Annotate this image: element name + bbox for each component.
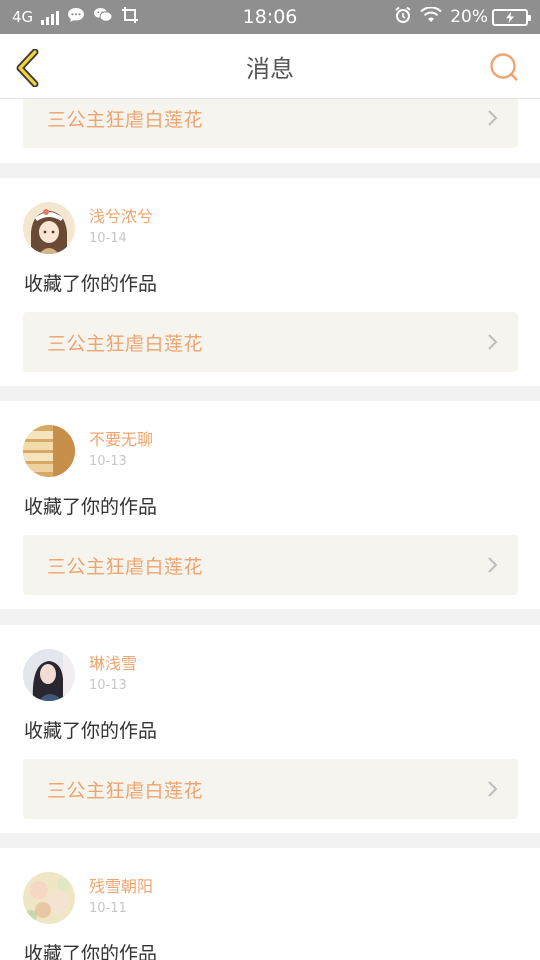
user-meta: 琳浅雪 10-13	[89, 654, 137, 694]
search-icon	[490, 53, 518, 81]
work-link[interactable]: 三公主狂虐白莲花	[23, 535, 518, 595]
chevron-right-icon	[486, 780, 498, 798]
message-date: 10-11	[89, 901, 127, 916]
avatar[interactable]	[23, 649, 75, 701]
message-bubble-icon	[67, 7, 85, 28]
app-header: 消息	[0, 34, 540, 99]
username[interactable]: 琳浅雪	[89, 654, 137, 674]
message-card: 不要无聊 10-13 收藏了你的作品 三公主狂虐白莲花	[0, 401, 540, 609]
action-text: 收藏了你的作品	[24, 496, 158, 518]
message-header: 浅兮浓兮 10-14	[23, 202, 153, 254]
message-date: 10-13	[89, 454, 127, 469]
wifi-icon	[420, 5, 442, 28]
work-title: 三公主狂虐白莲花	[47, 779, 204, 802]
username[interactable]: 残雪朝阳	[89, 877, 153, 897]
page-title: 消息	[246, 54, 294, 83]
message-header: 琳浅雪 10-13	[23, 649, 137, 701]
search-button[interactable]	[488, 51, 520, 83]
battery-percent: 20%	[450, 7, 488, 27]
message-header: 残雪朝阳 10-11	[23, 872, 153, 924]
signal-icon	[41, 9, 60, 25]
back-button[interactable]	[10, 48, 46, 88]
chevron-left-icon	[16, 49, 39, 87]
work-title: 三公主狂虐白莲花	[47, 332, 204, 355]
user-meta: 浅兮浓兮 10-14	[89, 207, 153, 247]
chevron-right-icon	[486, 333, 498, 351]
action-text: 收藏了你的作品	[24, 943, 158, 960]
action-text: 收藏了你的作品	[24, 720, 158, 742]
work-link[interactable]: 三公主狂虐白莲花	[23, 312, 518, 372]
username[interactable]: 不要无聊	[89, 430, 153, 450]
alarm-icon	[394, 6, 412, 29]
work-title: 三公主狂虐白莲花	[47, 108, 204, 131]
status-bar: 4G 18:06 20%	[0, 0, 540, 34]
status-right: 20%	[394, 5, 531, 29]
message-list[interactable]: 三公主狂虐白莲花 浅兮浓兮 10-14 收藏了你的作品 三公主狂虐白莲花 不要无…	[0, 99, 540, 960]
status-left: 4G	[12, 6, 139, 29]
message-card: 琳浅雪 10-13 收藏了你的作品 三公主狂虐白莲花	[0, 625, 540, 833]
user-meta: 不要无聊 10-13	[89, 430, 153, 470]
battery-status: 20%	[450, 7, 531, 27]
user-meta: 残雪朝阳 10-11	[89, 877, 153, 917]
avatar[interactable]	[23, 425, 75, 477]
chevron-right-icon	[486, 109, 498, 127]
avatar[interactable]	[23, 202, 75, 254]
chevron-right-icon	[486, 556, 498, 574]
screen: 4G 18:06 20% 消息 三公主狂虐白莲花 浅兮浓兮 10-14 收藏了你…	[0, 0, 540, 960]
work-title: 三公主狂虐白莲花	[47, 555, 204, 578]
work-link[interactable]: 三公主狂虐白莲花	[23, 99, 518, 148]
action-text: 收藏了你的作品	[24, 273, 158, 295]
message-card: 残雪朝阳 10-11 收藏了你的作品	[0, 848, 540, 960]
username[interactable]: 浅兮浓兮	[89, 207, 153, 227]
battery-charging-icon	[492, 8, 531, 26]
message-card: 浅兮浓兮 10-14 收藏了你的作品 三公主狂虐白莲花	[0, 178, 540, 386]
message-date: 10-14	[89, 231, 127, 246]
message-date: 10-13	[89, 678, 127, 693]
network-type: 4G	[12, 8, 34, 26]
wechat-icon	[93, 7, 113, 28]
message-header: 不要无聊 10-13	[23, 425, 153, 477]
work-link[interactable]: 三公主狂虐白莲花	[23, 759, 518, 819]
screenshot-icon	[121, 6, 139, 29]
message-card-partial: 三公主狂虐白莲花	[0, 99, 540, 163]
avatar[interactable]	[23, 872, 75, 924]
